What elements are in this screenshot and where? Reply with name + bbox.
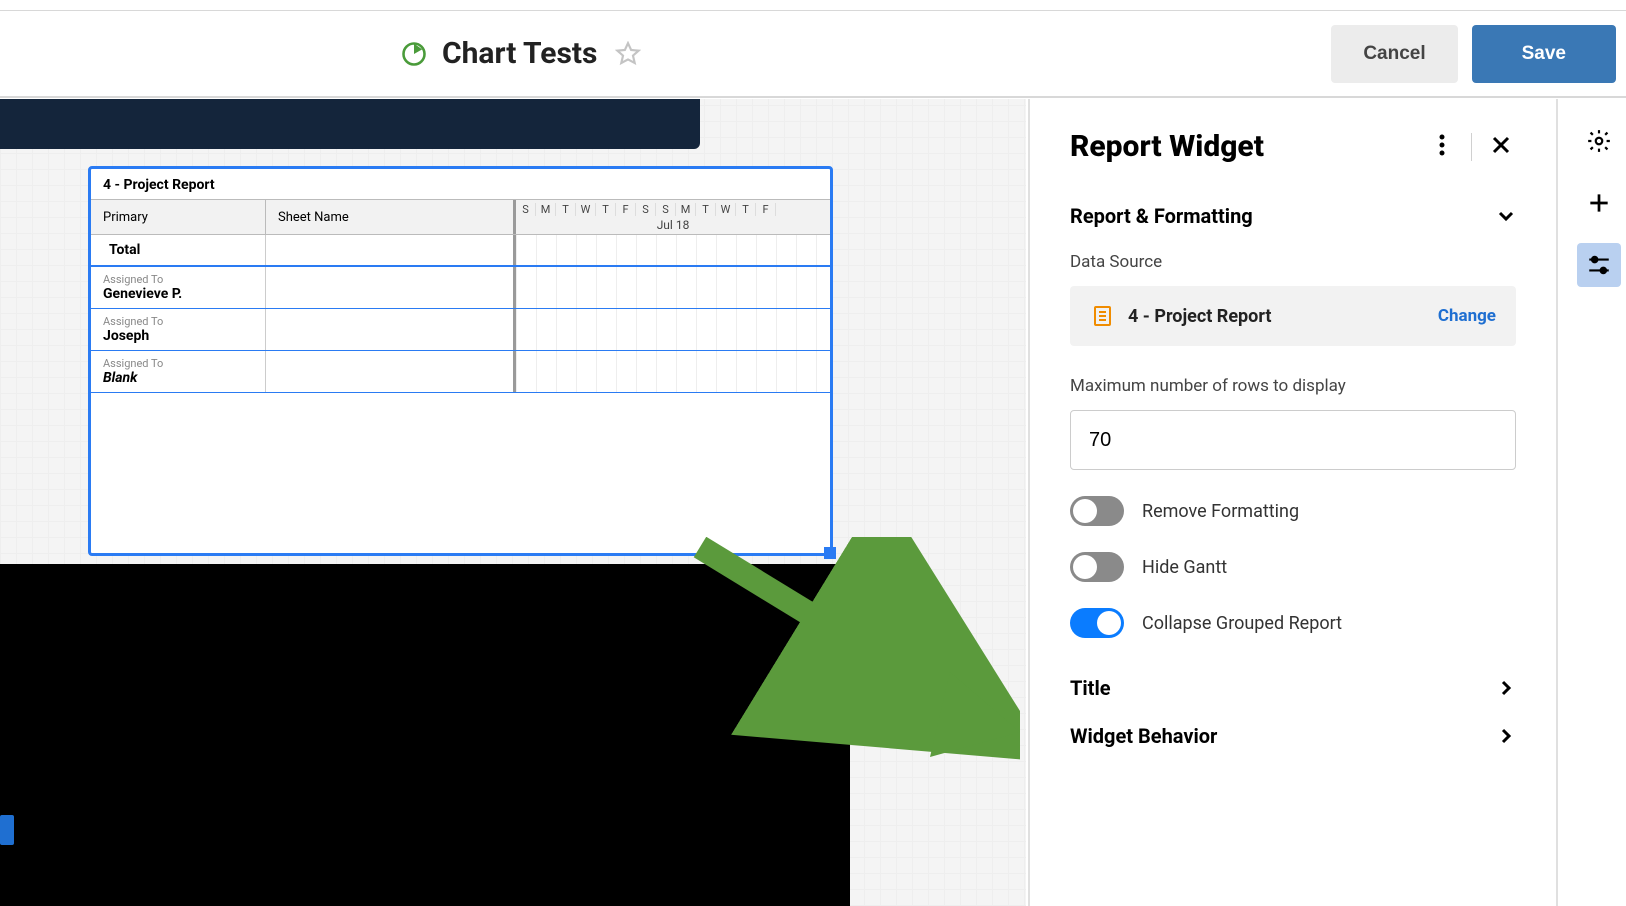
change-data-source-link[interactable]: Change (1438, 306, 1496, 326)
chevron-down-icon (1496, 206, 1516, 226)
table-row[interactable]: Total (91, 235, 830, 267)
gantt-day-labels: S M T W T F S S M T W T F (516, 203, 830, 216)
column-headers: Primary Sheet Name Jul 18 S M T W T F S … (91, 199, 830, 235)
data-source-label: Data Source (1070, 252, 1516, 272)
gear-icon (1586, 128, 1612, 154)
resize-handle[interactable] (824, 547, 836, 559)
data-source-name: 4 - Project Report (1128, 306, 1438, 327)
assigned-to-label: Assigned To (103, 273, 253, 286)
panel-close-button[interactable] (1486, 135, 1516, 159)
table-row[interactable]: Assigned To Joseph (91, 309, 830, 351)
section-title[interactable]: Title (1070, 676, 1516, 700)
report-widget-preview[interactable]: 4 - Project Report Primary Sheet Name Ju… (88, 166, 833, 556)
report-icon (1090, 304, 1114, 328)
properties-rail-button[interactable] (1577, 243, 1621, 287)
column-sheet-name[interactable]: Sheet Name (266, 200, 516, 234)
add-widget-button[interactable] (1577, 181, 1621, 225)
widget-preview-title: 4 - Project Report (91, 169, 830, 199)
chevron-right-icon (1496, 726, 1516, 746)
toggle-collapse-grouped[interactable] (1070, 608, 1124, 638)
table-row[interactable]: Assigned To Genevieve P. (91, 267, 830, 309)
row-name: Joseph (103, 328, 253, 344)
chevron-right-icon (1496, 678, 1516, 698)
row-name: Genevieve P. (103, 286, 253, 302)
cancel-button[interactable]: Cancel (1331, 25, 1457, 83)
dashboard-black-widget (0, 564, 850, 906)
toggle-hide-gantt[interactable] (1070, 552, 1124, 582)
table-row[interactable]: Assigned To Blank (91, 351, 830, 393)
sliders-icon (1586, 252, 1612, 278)
section-report-formatting[interactable]: Report & Formatting (1070, 204, 1516, 228)
assigned-to-label: Assigned To (103, 357, 253, 370)
header-bar: Chart Tests Cancel Save (0, 10, 1626, 98)
row-total: Total (91, 235, 266, 265)
column-primary[interactable]: Primary (91, 200, 266, 234)
panel-more-button[interactable] (1427, 134, 1457, 160)
save-button[interactable]: Save (1472, 25, 1616, 83)
toggle-hide-gantt-label: Hide Gantt (1142, 557, 1227, 578)
max-rows-label: Maximum number of rows to display (1070, 376, 1516, 396)
pie-chart-icon (400, 40, 428, 68)
favorite-star-icon[interactable] (615, 41, 641, 67)
toggle-collapse-grouped-label: Collapse Grouped Report (1142, 613, 1342, 634)
side-tab[interactable] (0, 815, 14, 845)
panel-title: Report Widget (1070, 129, 1427, 164)
properties-panel: Report Widget Report & Formatting Data S… (1028, 99, 1558, 906)
dashboard-dark-widget (0, 99, 700, 149)
dashboard-canvas[interactable]: 4 - Project Report Primary Sheet Name Ju… (0, 99, 1026, 906)
settings-button[interactable] (1577, 119, 1621, 163)
toggle-remove-formatting[interactable] (1070, 496, 1124, 526)
assigned-to-label: Assigned To (103, 315, 253, 328)
data-source-box: 4 - Project Report Change (1070, 286, 1516, 346)
gantt-month-label: Jul 18 (516, 218, 830, 232)
max-rows-input[interactable] (1070, 410, 1516, 470)
row-name: Blank (103, 370, 253, 386)
right-rail (1571, 104, 1626, 287)
plus-icon (1586, 190, 1612, 216)
toggle-remove-formatting-label: Remove Formatting (1142, 501, 1299, 522)
section-widget-behavior[interactable]: Widget Behavior (1070, 724, 1516, 748)
page-title: Chart Tests (442, 36, 597, 71)
